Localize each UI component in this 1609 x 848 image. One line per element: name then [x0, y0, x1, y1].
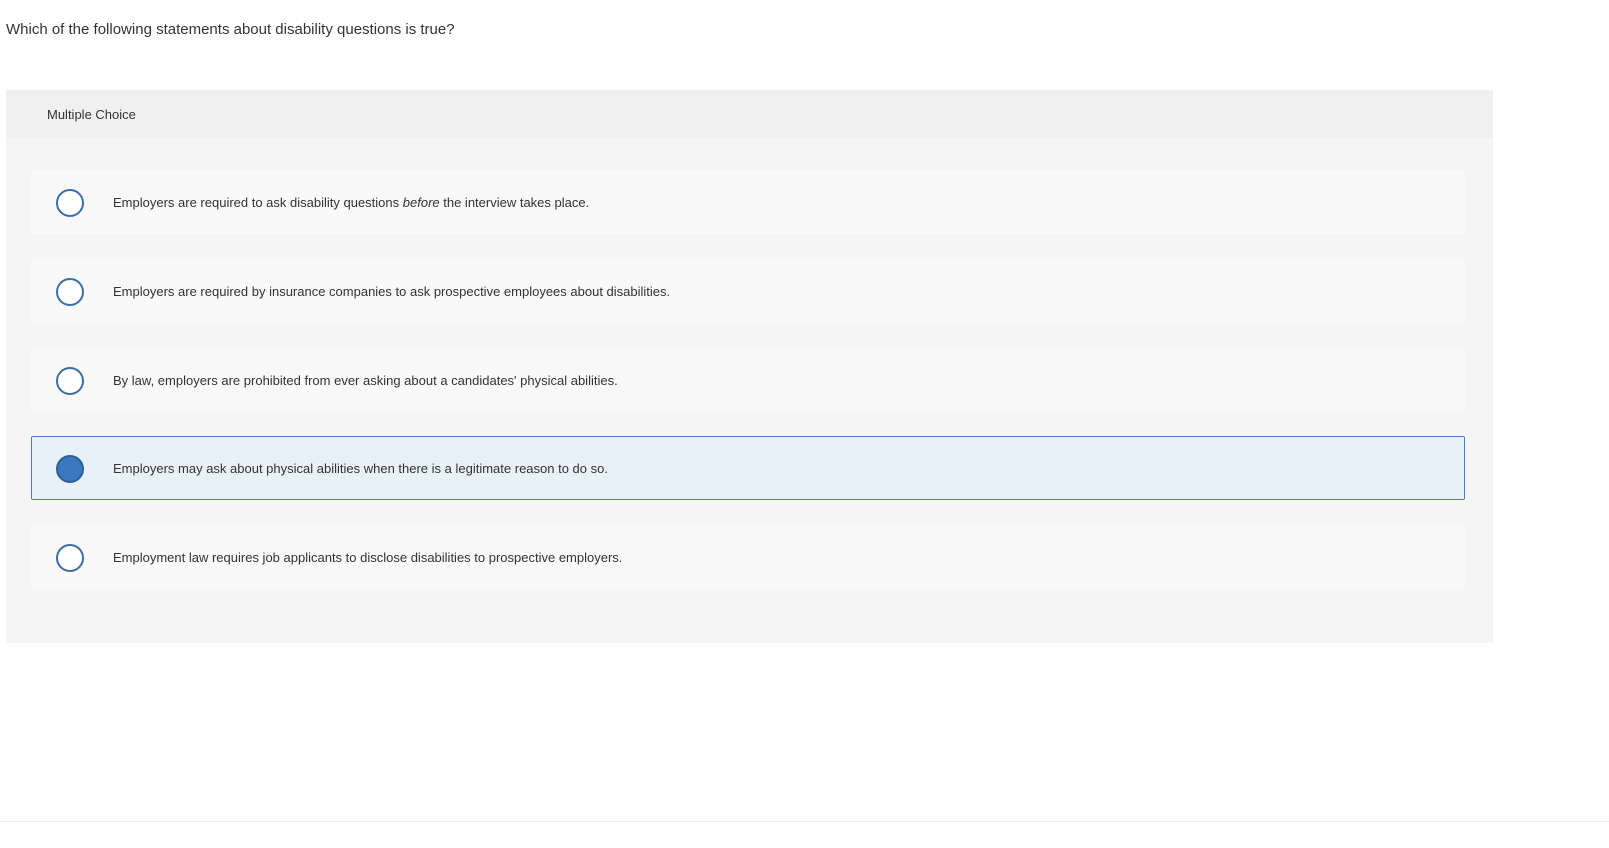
- radio-button[interactable]: [56, 189, 84, 217]
- panel-header: Multiple Choice: [6, 90, 1493, 138]
- answer-option-label: Employers are required to ask disability…: [113, 195, 590, 210]
- radio-button[interactable]: [56, 544, 84, 572]
- question-text: Which of the following statements about …: [6, 21, 455, 38]
- answer-option-label: Employers may ask about physical abiliti…: [113, 461, 608, 476]
- answer-option-4[interactable]: Employers may ask about physical abiliti…: [31, 436, 1465, 500]
- answer-option-2[interactable]: Employers are required by insurance comp…: [31, 259, 1465, 323]
- radio-button[interactable]: [56, 367, 84, 395]
- emphasis-text: before: [402, 195, 440, 210]
- answer-option-3[interactable]: By law, employers are prohibited from ev…: [31, 348, 1465, 412]
- answer-option-1[interactable]: Employers are required to ask disability…: [31, 170, 1465, 234]
- multiple-choice-panel: Multiple Choice Employers are required t…: [6, 90, 1493, 643]
- answer-option-label: Employers are required by insurance comp…: [113, 284, 671, 299]
- question-type-label: Multiple Choice: [47, 107, 136, 122]
- radio-button[interactable]: [56, 278, 84, 306]
- answer-option-5[interactable]: Employment law requires job applicants t…: [31, 525, 1465, 589]
- radio-button-selected[interactable]: [56, 455, 84, 483]
- divider: [0, 821, 1609, 822]
- answer-option-label: Employment law requires job applicants t…: [113, 550, 623, 565]
- answer-option-label: By law, employers are prohibited from ev…: [113, 373, 618, 388]
